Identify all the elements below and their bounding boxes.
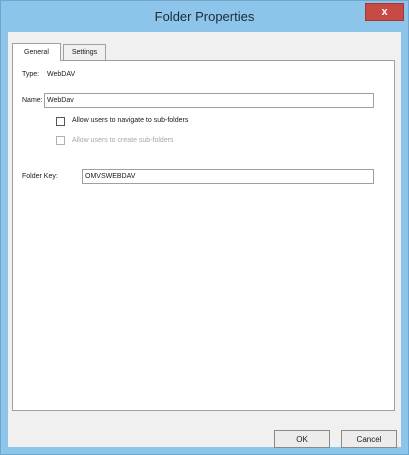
allow-navigate-label: Allow users to navigate to sub-folders: [72, 117, 189, 124]
window-frame-left: [1, 32, 8, 454]
allow-navigate-checkbox[interactable]: [56, 117, 65, 126]
dialog-body: General Settings Type: WebDAV Name: WebD…: [8, 32, 401, 448]
type-label: Type:: [22, 71, 40, 78]
folder-key-label: Folder Key:: [22, 173, 58, 180]
close-icon: x: [381, 6, 388, 18]
ok-button[interactable]: OK: [274, 430, 330, 448]
window-frame-bottom: [1, 447, 408, 454]
tab-settings[interactable]: Settings: [63, 44, 106, 60]
folder-key-input[interactable]: OMVSWEBDAV: [82, 169, 374, 184]
name-input[interactable]: WebDav: [44, 93, 374, 108]
allow-create-checkbox[interactable]: [56, 136, 65, 145]
window-frame-right: [401, 32, 408, 454]
close-button[interactable]: x: [365, 3, 404, 21]
type-value: WebDAV: [47, 71, 76, 78]
general-tab-panel: Type: WebDAV Name: WebDav Allow users to…: [12, 60, 395, 411]
cancel-button[interactable]: Cancel: [341, 430, 397, 448]
dialog-title: Folder Properties: [154, 9, 255, 24]
tab-general[interactable]: General: [12, 43, 61, 61]
folder-properties-dialog: Folder Properties x General Settings Typ…: [0, 0, 409, 455]
allow-create-label: Allow users to create sub-folders: [72, 137, 174, 144]
title-bar[interactable]: Folder Properties x: [1, 1, 408, 32]
name-label: Name:: [22, 97, 43, 104]
